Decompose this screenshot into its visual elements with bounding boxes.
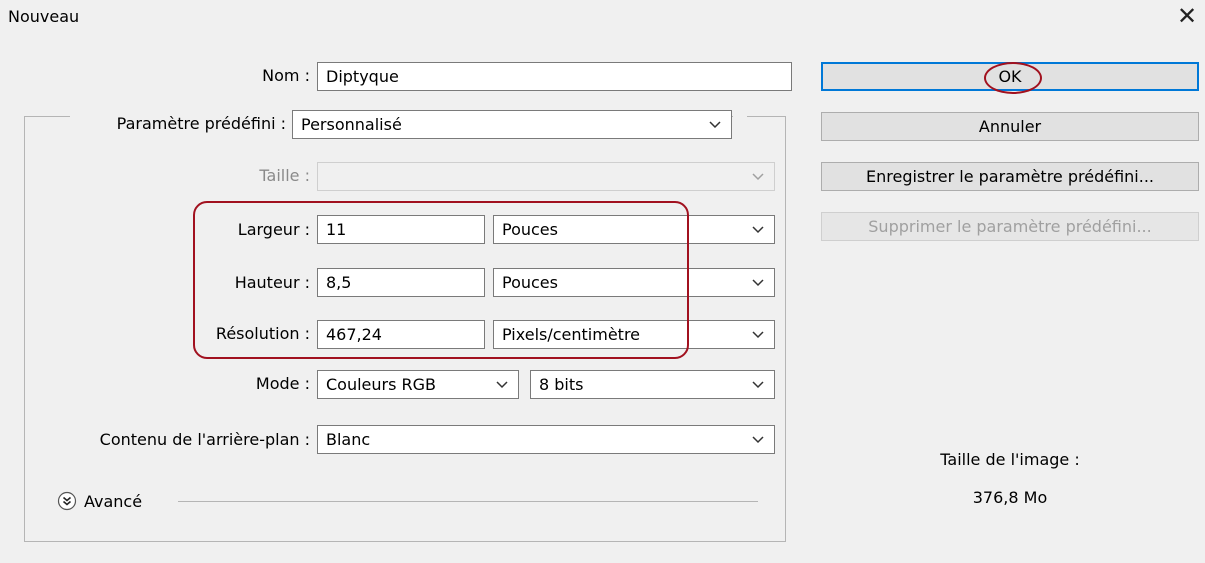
- save-preset-button[interactable]: Enregistrer le paramètre prédéfini...: [821, 162, 1199, 191]
- advanced-divider: [178, 501, 758, 502]
- preset-gap: [733, 110, 747, 138]
- bit-depth-value: 8 bits: [539, 375, 584, 394]
- mode-label: Mode :: [255, 374, 310, 393]
- preset-value: Personnalisé: [301, 115, 402, 134]
- background-select[interactable]: Blanc: [317, 425, 775, 454]
- preset-label: Paramètre prédéfini :: [116, 114, 286, 133]
- double-chevron-down-icon[interactable]: [57, 491, 77, 511]
- mode-value: Couleurs RGB: [326, 375, 437, 394]
- chevron-down-icon: [752, 278, 764, 287]
- chevron-down-icon: [709, 120, 721, 129]
- preset-select[interactable]: Personnalisé: [292, 110, 732, 139]
- advanced-label[interactable]: Avancé: [84, 490, 142, 514]
- annotation-highlight-dimensions: [193, 201, 689, 359]
- cancel-button[interactable]: Annuler: [821, 112, 1199, 141]
- name-label: Nom :: [262, 66, 310, 85]
- delete-preset-button[interactable]: Supprimer le paramètre prédéfini...: [821, 212, 1199, 241]
- background-label: Contenu de l'arrière-plan :: [99, 430, 310, 449]
- mode-select[interactable]: Couleurs RGB: [317, 370, 519, 399]
- chevron-down-icon: [752, 172, 764, 181]
- chevron-down-icon: [752, 330, 764, 339]
- chevron-down-icon: [752, 380, 764, 389]
- chevron-down-icon: [752, 435, 764, 444]
- annotation-highlight-ok: [984, 62, 1042, 94]
- dialog-title: Nouveau: [8, 7, 80, 26]
- chevron-down-icon: [496, 380, 508, 389]
- size-label: Taille :: [259, 166, 310, 185]
- image-size-value: 376,8 Mo: [972, 488, 1048, 507]
- image-size-label: Taille de l'image :: [940, 450, 1080, 469]
- bit-depth-select[interactable]: 8 bits: [530, 370, 775, 399]
- name-input[interactable]: Diptyque: [317, 62, 792, 91]
- close-icon[interactable]: ✕: [1177, 4, 1197, 28]
- chevron-down-icon: [752, 225, 764, 234]
- size-select[interactable]: [317, 162, 775, 191]
- background-value: Blanc: [326, 430, 371, 449]
